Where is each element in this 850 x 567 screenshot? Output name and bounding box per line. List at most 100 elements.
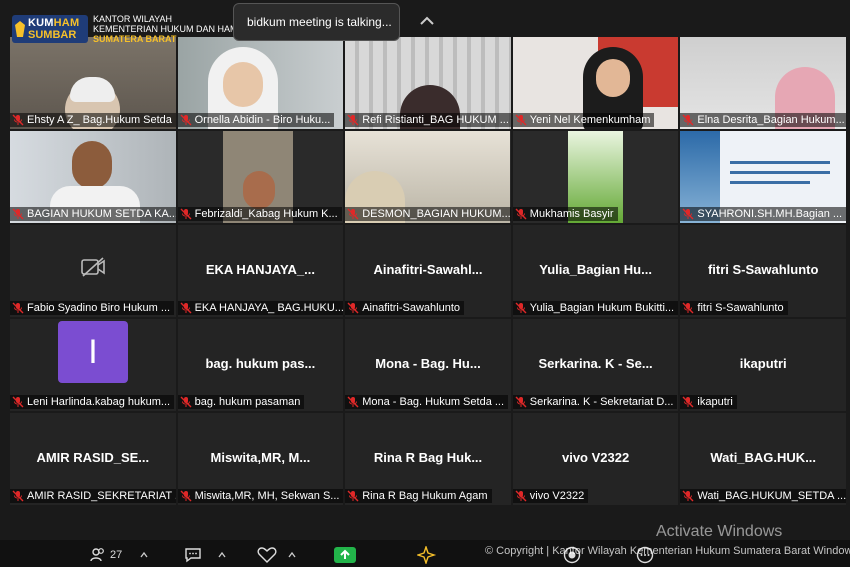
participant-name-label: ikaputri <box>680 395 737 409</box>
participant-tile[interactable]: Fabio Syadino Biro Hukum ... <box>10 225 176 317</box>
participant-tile[interactable]: Refi Ristianti_BAG HUKUM ... <box>345 37 511 129</box>
participant-name-label: Febrizaldi_Kabag Hukum K... <box>177 207 342 221</box>
participant-tile[interactable]: EKA HANJAYA_... EKA HANJAYA_ BAG.HUKU... <box>177 225 344 317</box>
microphone-muted-icon <box>12 302 24 314</box>
participant-tile[interactable]: ikaputri ikaputri <box>680 319 846 411</box>
microphone-muted-icon <box>180 396 192 408</box>
participant-tile[interactable]: Ainafitri-Sawahl... Ainafitri-Sawahlunto <box>345 225 511 317</box>
participant-name: fitri S-Sawahlunto <box>697 302 784 314</box>
participant-display-name: Ainafitri-Sawahl... <box>373 262 483 277</box>
logo-badge-line2: SUMBAR <box>28 28 77 41</box>
emblem-icon <box>15 21 25 37</box>
participants-icon <box>90 548 104 562</box>
participant-name-label: Yeni Nel Kemenkumham <box>512 113 655 127</box>
microphone-muted-icon <box>682 396 694 408</box>
microphone-muted-icon <box>12 490 24 502</box>
participant-tile[interactable]: BAGIAN HUKUM SETDA KA... <box>10 131 176 223</box>
participant-name: Ainafitri-Sawahlunto <box>362 302 461 314</box>
microphone-muted-icon <box>180 114 192 126</box>
participant-tile[interactable]: Yulia_Bagian Hu... Yulia_Bagian Hukum Buk… <box>512 225 679 317</box>
participant-tile[interactable]: DESMON_BAGIAN HUKUM... <box>345 131 511 223</box>
participant-tile[interactable]: Mona - Bag. Hu... Mona - Bag. Hukum Setda… <box>345 319 511 411</box>
reactions-button[interactable] <box>257 546 277 564</box>
activate-windows-watermark: Activate Windows <box>656 523 783 540</box>
logo-line2: KEMENTERIAN HUKUM DAN HAM <box>93 24 238 34</box>
participant-display-name: AMIR RASID_SE... <box>36 450 150 465</box>
participants-count: 27 <box>110 549 123 561</box>
participant-display-name: Serkarina. K - Se... <box>538 356 653 371</box>
microphone-muted-icon <box>347 396 359 408</box>
participant-name-label: Fabio Syadino Biro Hukum ... <box>10 301 175 315</box>
participant-tile[interactable]: SYAHRONI.SH.MH.Bagian ... <box>680 131 846 223</box>
participant-display-name: bag. hukum pas... <box>205 356 316 371</box>
participant-avatar: I <box>58 321 128 383</box>
participant-name: Yeni Nel Kemenkumham <box>529 114 651 126</box>
participant-name: Ornella Abidin - Biro Huku... <box>194 114 331 126</box>
participant-tile[interactable]: Yeni Nel Kemenkumham <box>512 37 679 129</box>
microphone-muted-icon <box>682 490 694 502</box>
participant-tile[interactable]: Elna Desrita_Bagian Hukum... <box>680 37 846 129</box>
microphone-muted-icon <box>347 490 359 502</box>
participants-caret-icon[interactable] <box>140 551 148 559</box>
participant-name-label: vivo V2322 <box>512 489 589 503</box>
microphone-muted-icon <box>180 302 192 314</box>
participant-tile[interactable]: Ornella Abidin - Biro Huku... <box>177 37 344 129</box>
chat-button[interactable] <box>184 546 202 564</box>
participant-display-name: EKA HANJAYA_... <box>205 262 315 277</box>
participant-tile[interactable]: Mukhamis Basyir <box>512 131 679 223</box>
microphone-muted-icon <box>515 490 527 502</box>
participant-name: DESMON_BAGIAN HUKUM... <box>362 208 511 220</box>
participant-display-name: Miswita,MR, M... <box>210 450 311 465</box>
participant-tile[interactable]: Rina R Bag Huk... Rina R Bag Hukum Agam <box>345 413 511 505</box>
participant-display-name: fitri S-Sawahlunto <box>707 262 819 277</box>
participant-tile[interactable]: Febrizaldi_Kabag Hukum K... <box>177 131 344 223</box>
logo-line3: SUMATERA BARAT <box>93 34 177 44</box>
participant-name: ikaputri <box>697 396 733 408</box>
microphone-muted-icon <box>682 302 694 314</box>
participant-name: Elna Desrita_Bagian Hukum... <box>697 114 845 126</box>
microphone-muted-icon <box>515 302 527 314</box>
participant-name: Febrizaldi_Kabag Hukum K... <box>194 208 338 220</box>
participants-button[interactable]: 27 <box>90 546 122 564</box>
active-speaker-indicator: bidkum meeting is talking... <box>233 3 400 41</box>
participant-name-label: AMIR RASID_SEKRETARIAT ... <box>10 489 176 503</box>
participant-display-name: Mona - Bag. Hu... <box>375 356 481 371</box>
participant-tile[interactable]: vivo V2322 vivo V2322 <box>512 413 679 505</box>
participant-name-label: DESMON_BAGIAN HUKUM... <box>345 207 511 221</box>
participant-display-name: ikaputri <box>739 356 787 371</box>
participant-tile[interactable]: AMIR RASID_SE... AMIR RASID_SEKRETARIAT .… <box>10 413 176 505</box>
participant-tile[interactable]: Wati_BAG.HUK... Wati_BAG.HUKUM_SETDA ... <box>680 413 846 505</box>
participant-name-label: EKA HANJAYA_ BAG.HUKU... <box>177 301 344 315</box>
participant-name: Refi Ristianti_BAG HUKUM ... <box>362 114 509 126</box>
participant-tile[interactable]: bag. hukum pas... bag. hukum pasaman <box>177 319 344 411</box>
participant-name-label: BAGIAN HUKUM SETDA KA... <box>10 207 176 221</box>
participant-tile[interactable]: I Leni Harlinda.kabag hukum... <box>10 319 176 411</box>
participant-tile[interactable]: Miswita,MR, M... Miswita,MR, MH, Sekwan S… <box>177 413 344 505</box>
participant-name: SYAHRONI.SH.MH.Bagian ... <box>697 208 843 220</box>
chevron-up-icon[interactable] <box>416 12 438 30</box>
participant-tile[interactable]: fitri S-Sawahlunto fitri S-Sawahlunto <box>680 225 846 317</box>
share-screen-button[interactable] <box>334 546 356 564</box>
participant-name-label: Rina R Bag Hukum Agam <box>345 489 492 503</box>
logo-line1: KANTOR WILAYAH <box>93 14 173 24</box>
logo-text: KANTOR WILAYAH KEMENTERIAN HUKUM DAN HAM… <box>93 14 238 44</box>
participant-tile[interactable]: Serkarina. K - Se... Serkarina. K - Sekre… <box>512 319 679 411</box>
participant-gallery: Ehsty A Z_ Bag.Hukum Setda ... Ornella Ab… <box>10 37 846 505</box>
chat-caret-icon[interactable] <box>218 551 226 559</box>
participant-name: Leni Harlinda.kabag hukum... <box>27 396 171 408</box>
participant-name-label: Ornella Abidin - Biro Huku... <box>177 113 335 127</box>
participant-name-label: Mukhamis Basyir <box>512 207 618 221</box>
participant-name: AMIR RASID_SEKRETARIAT ... <box>27 490 176 502</box>
participant-name: EKA HANJAYA_ BAG.HUKU... <box>194 302 344 314</box>
reactions-caret-icon[interactable] <box>288 551 296 559</box>
microphone-muted-icon <box>347 302 359 314</box>
participant-name-label: Miswita,MR, MH, Sekwan S... <box>177 489 344 503</box>
apps-button[interactable] <box>417 546 437 564</box>
participant-name: Mukhamis Basyir <box>529 208 614 220</box>
participant-name: Yulia_Bagian Hukum Bukitti... <box>529 302 675 314</box>
participant-name: Ehsty A Z_ Bag.Hukum Setda ... <box>27 114 176 126</box>
participant-tile[interactable]: Ehsty A Z_ Bag.Hukum Setda ... <box>10 37 176 129</box>
microphone-muted-icon <box>12 208 24 220</box>
microphone-muted-icon <box>347 208 359 220</box>
participant-name: Wati_BAG.HUKUM_SETDA ... <box>697 490 846 502</box>
